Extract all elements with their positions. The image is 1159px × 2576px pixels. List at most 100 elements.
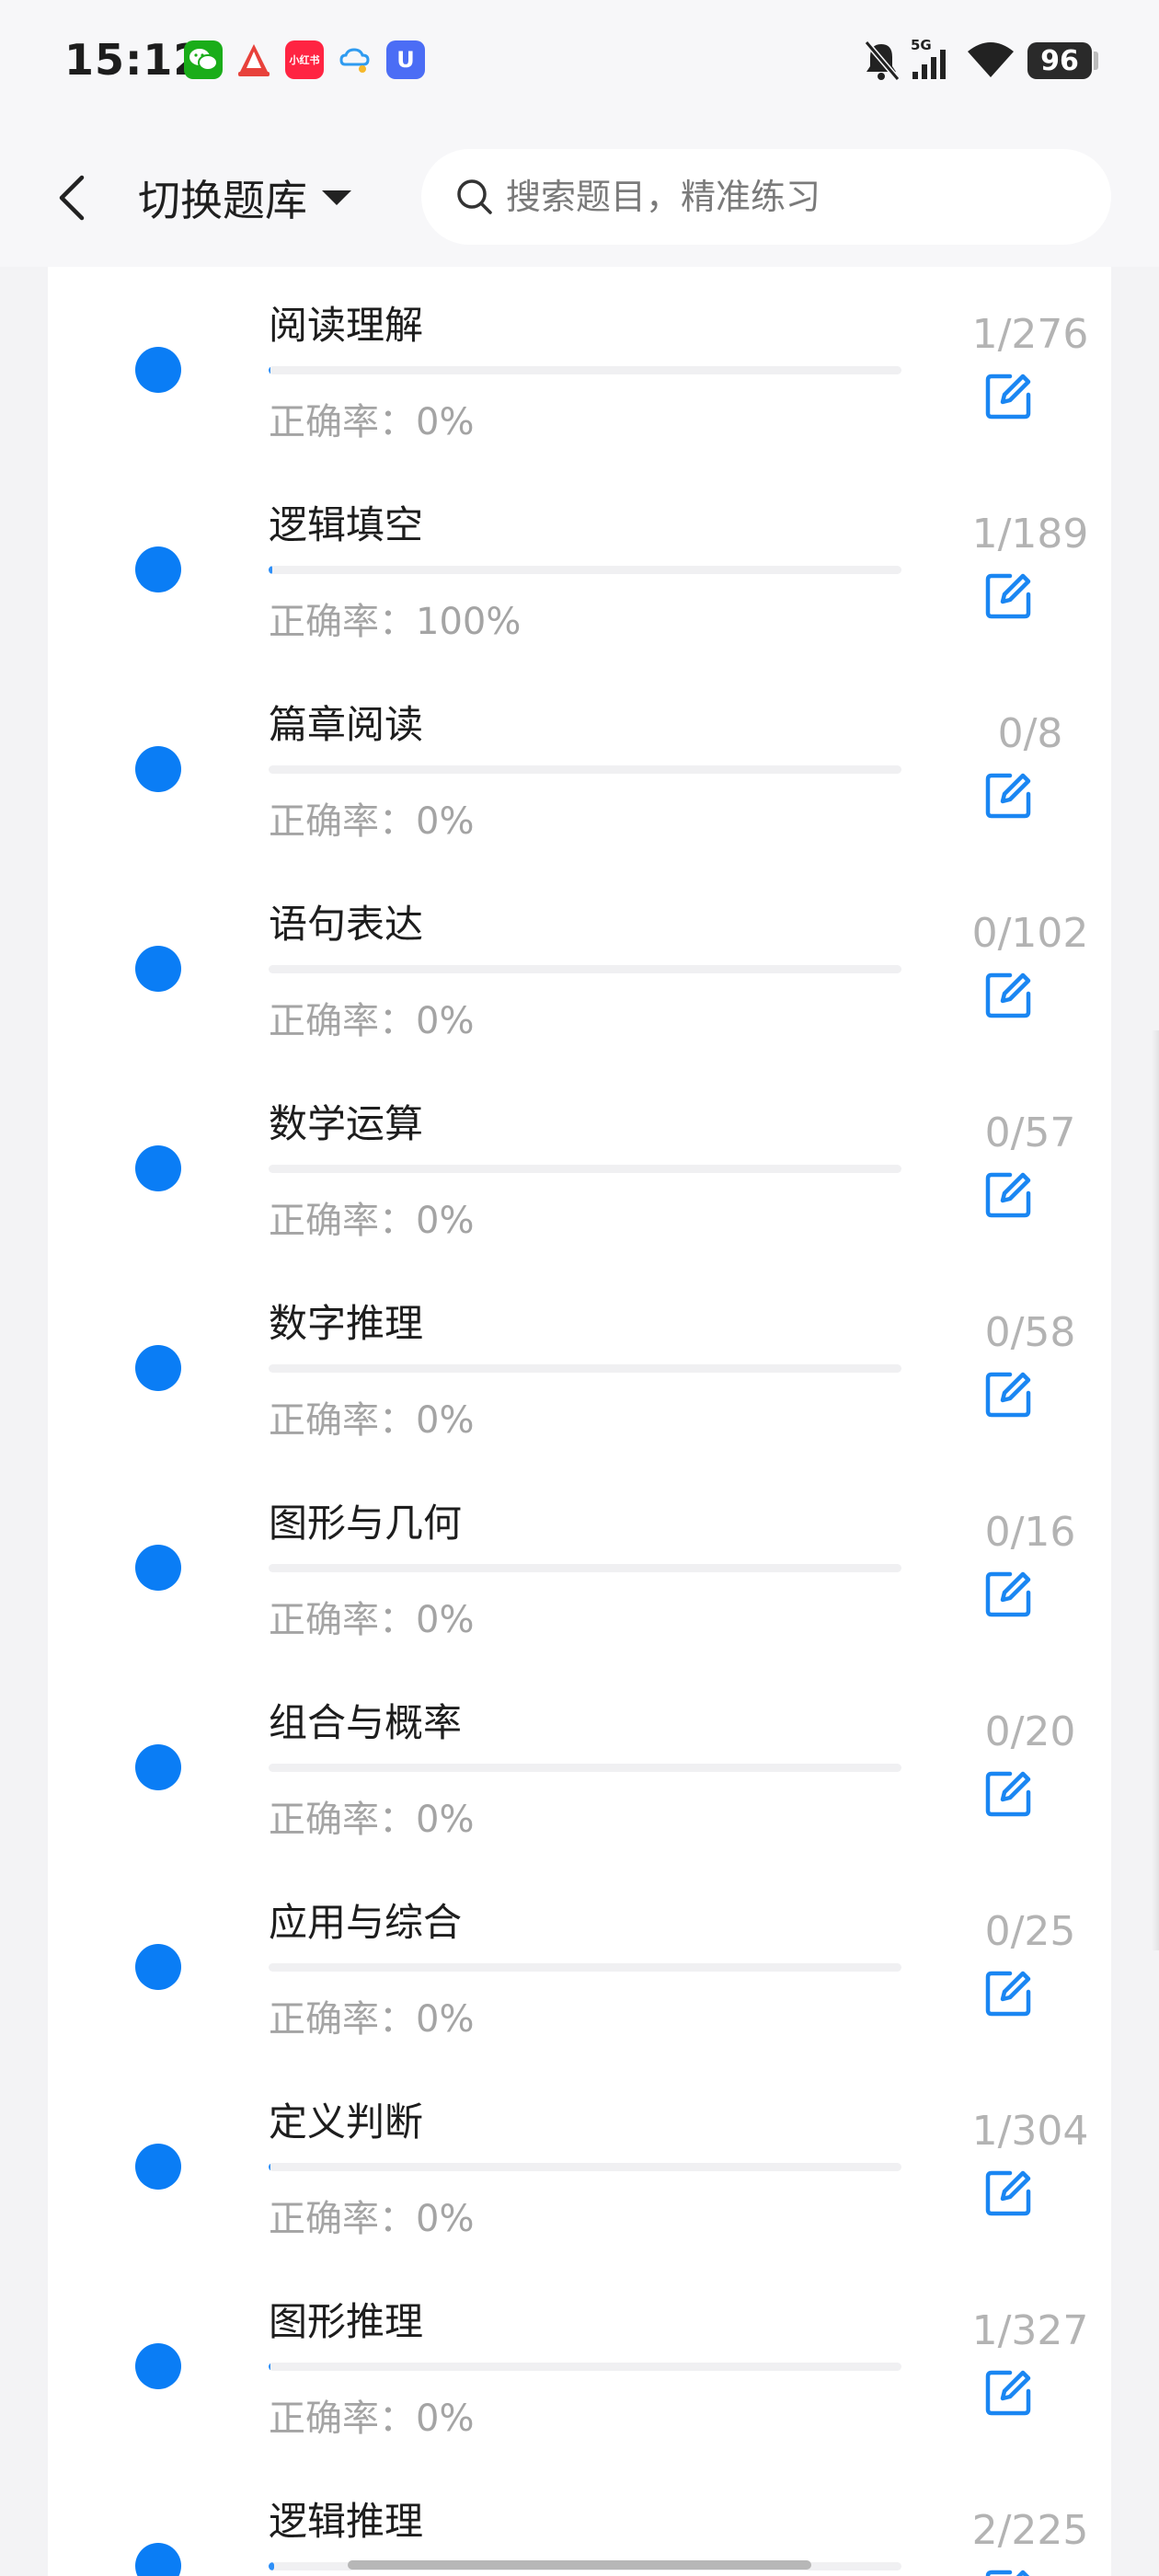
category-dot xyxy=(135,1744,181,1790)
progress-count: 0/8 xyxy=(997,710,1063,757)
progress-count: 0/16 xyxy=(984,1509,1076,1556)
progress-track xyxy=(269,1564,901,1572)
xiaohongshu-icon: 小红书 xyxy=(285,40,324,79)
network-label: 5G xyxy=(911,37,932,53)
category-title: 图形推理 xyxy=(269,2299,424,2344)
edit-icon xyxy=(985,2170,1031,2216)
category-dot xyxy=(135,347,181,393)
progress-fill xyxy=(269,566,272,574)
search-bar[interactable] xyxy=(421,149,1111,245)
progress-count: 2/225 xyxy=(971,2507,1089,2554)
accuracy-text: 正确率：0% xyxy=(269,1200,475,1242)
cloud-chat-icon xyxy=(336,40,374,79)
edit-icon xyxy=(985,374,1031,420)
progress-track xyxy=(269,965,901,973)
category-title: 数学运算 xyxy=(269,1101,424,1146)
list-item[interactable]: 逻辑填空 正确率：100% 1/189 xyxy=(48,466,1111,666)
category-title: 组合与概率 xyxy=(269,1700,463,1745)
category-dot xyxy=(135,1345,181,1391)
category-title: 阅读理解 xyxy=(269,303,424,348)
top-header: 切换题库 xyxy=(0,129,1159,267)
edit-practice-button[interactable] xyxy=(980,2163,1039,2222)
accuracy-text: 正确率：0% xyxy=(269,1799,475,1841)
edit-practice-button[interactable] xyxy=(980,1165,1039,1224)
category-dot xyxy=(135,1944,181,1990)
edit-practice-button[interactable] xyxy=(980,965,1039,1024)
search-icon xyxy=(454,177,495,217)
category-title: 逻辑推理 xyxy=(269,2499,424,2544)
edit-practice-button[interactable] xyxy=(980,765,1039,824)
edit-practice-button[interactable] xyxy=(980,1364,1039,1423)
edit-icon xyxy=(985,573,1031,619)
progress-fill xyxy=(269,2363,271,2371)
category-dot xyxy=(135,2543,181,2576)
list-item[interactable]: 数字推理 正确率：0% 0/58 xyxy=(48,1265,1111,1465)
progress-count: 0/102 xyxy=(971,910,1089,957)
accuracy-text: 正确率：0% xyxy=(269,1399,475,1442)
back-button[interactable] xyxy=(44,166,99,230)
list-item[interactable]: 组合与概率 正确率：0% 0/20 xyxy=(48,1664,1111,1864)
list-item[interactable]: 逻辑推理 2/225 xyxy=(48,2463,1111,2576)
edit-icon xyxy=(985,773,1031,819)
progress-fill xyxy=(269,2562,275,2570)
category-dot xyxy=(135,2144,181,2190)
category-dot xyxy=(135,746,181,792)
status-bar: 15:12 小红书 U 5G 96 xyxy=(0,0,1159,129)
edit-practice-button[interactable] xyxy=(980,2363,1039,2421)
edit-icon xyxy=(985,1172,1031,1218)
category-dot xyxy=(135,946,181,992)
list-item[interactable]: 数学运算 正确率：0% 0/57 xyxy=(48,1065,1111,1265)
category-title: 应用与综合 xyxy=(269,1900,463,1945)
list-item[interactable]: 语句表达 正确率：0% 0/102 xyxy=(48,866,1111,1065)
accuracy-text: 正确率：0% xyxy=(269,1599,475,1641)
switch-question-bank-label: 切换题库 xyxy=(138,176,307,225)
edit-practice-button[interactable] xyxy=(980,1764,1039,1823)
edit-practice-button[interactable] xyxy=(980,1564,1039,1623)
bell-muted-icon xyxy=(861,39,901,86)
accuracy-text: 正确率：0% xyxy=(269,1998,475,2041)
accuracy-text: 正确率：0% xyxy=(269,800,475,843)
edit-practice-button[interactable] xyxy=(980,1963,1039,2022)
progress-track xyxy=(269,2363,901,2371)
accuracy-text: 正确率：0% xyxy=(269,1000,475,1042)
edit-icon xyxy=(985,2370,1031,2416)
category-title: 数字推理 xyxy=(269,1301,424,1346)
progress-count: 1/327 xyxy=(971,2307,1089,2354)
battery-indicator: 96 xyxy=(1027,42,1092,79)
list-item[interactable]: 阅读理解 正确率：0% 1/276 xyxy=(48,267,1111,466)
progress-count: 0/20 xyxy=(984,1708,1076,1755)
progress-track xyxy=(269,1764,901,1772)
category-title: 逻辑填空 xyxy=(269,502,424,547)
home-indicator[interactable] xyxy=(348,2560,811,2570)
list-item[interactable]: 定义判断 正确率：0% 1/304 xyxy=(48,2064,1111,2263)
edit-practice-button[interactable] xyxy=(980,566,1039,625)
category-dot xyxy=(135,546,181,592)
progress-count: 1/189 xyxy=(971,511,1089,558)
wifi-icon xyxy=(966,40,1016,83)
progress-count: 0/25 xyxy=(984,1908,1076,1955)
list-item[interactable]: 图形与几何 正确率：0% 0/16 xyxy=(48,1465,1111,1664)
list-item[interactable]: 应用与综合 正确率：0% 0/25 xyxy=(48,1864,1111,2064)
category-dot xyxy=(135,2343,181,2389)
signal-5g-icon: 5G xyxy=(911,37,953,85)
search-input[interactable] xyxy=(504,176,1078,218)
progress-count: 0/58 xyxy=(984,1309,1076,1356)
progress-track xyxy=(269,1364,901,1373)
chevron-left-icon xyxy=(59,175,85,221)
edit-icon xyxy=(985,1372,1031,1418)
progress-fill xyxy=(269,366,271,374)
switch-question-bank-button[interactable]: 切换题库 xyxy=(138,167,351,228)
accuracy-text: 正确率：0% xyxy=(269,401,475,443)
edit-icon xyxy=(985,1571,1031,1617)
edit-practice-button[interactable] xyxy=(980,2562,1039,2576)
category-list: 阅读理解 正确率：0% 1/276 逻辑填空 正确率：100% 1/189 篇章… xyxy=(48,267,1111,2576)
category-dot xyxy=(135,1545,181,1591)
list-item[interactable]: 图形推理 正确率：0% 1/327 xyxy=(48,2263,1111,2463)
progress-count: 1/276 xyxy=(971,311,1089,358)
list-item[interactable]: 篇章阅读 正确率：0% 0/8 xyxy=(48,666,1111,866)
progress-track xyxy=(269,1963,901,1972)
edit-practice-button[interactable] xyxy=(980,366,1039,425)
sail-app-icon xyxy=(235,40,273,79)
wechat-icon xyxy=(184,40,223,79)
edit-icon xyxy=(985,2570,1030,2576)
